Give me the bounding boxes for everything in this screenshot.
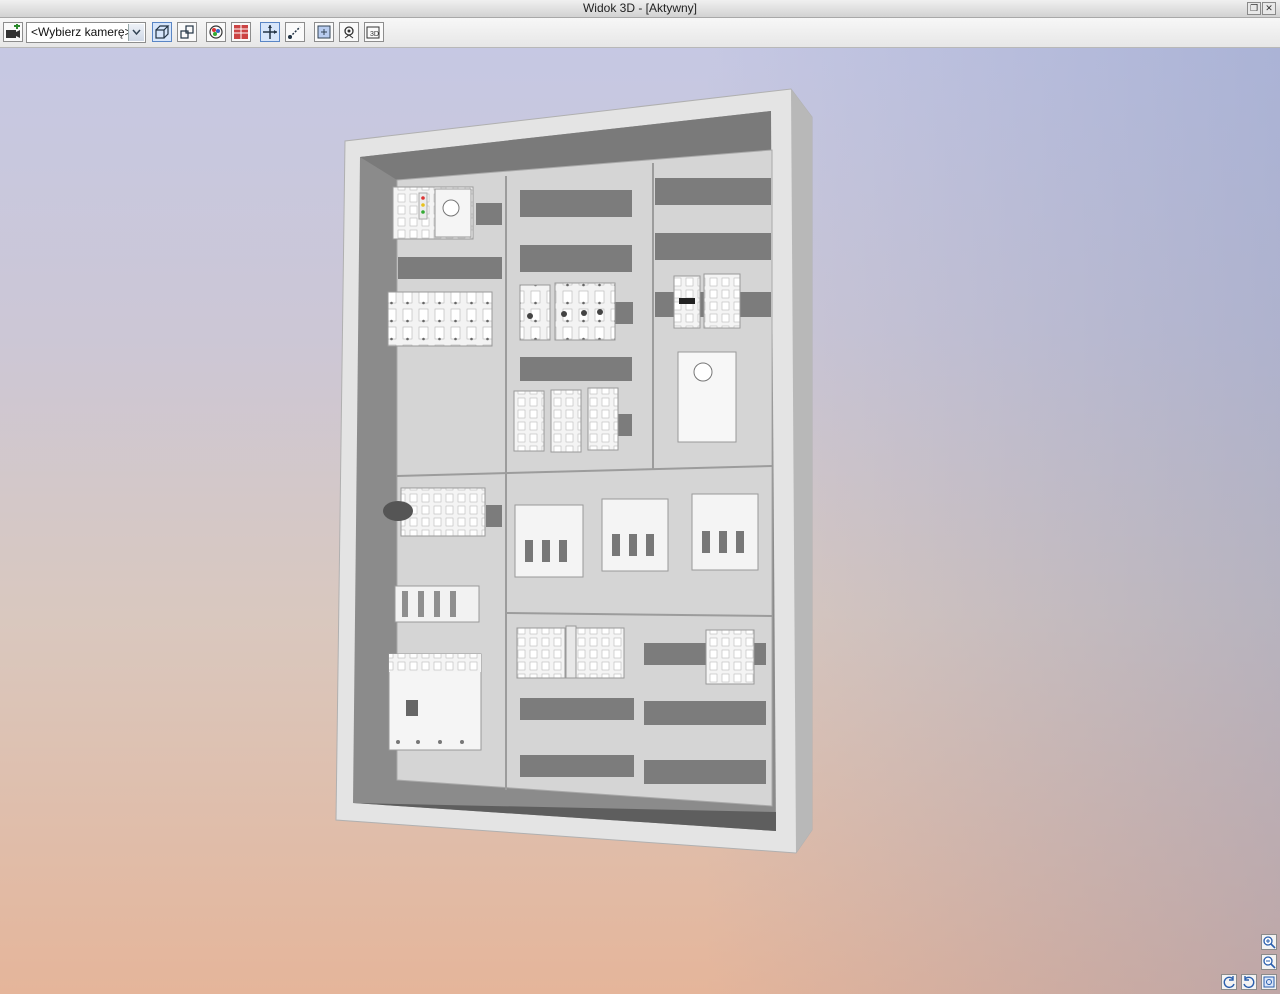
cabinet-view-icon bbox=[234, 25, 248, 39]
cabinet-3d-model[interactable] bbox=[0, 48, 1280, 994]
camera-select-value: <Wybierz kamerę> bbox=[31, 25, 132, 39]
3d-mode-icon: 3D bbox=[366, 26, 380, 39]
camera-select-arrow[interactable] bbox=[128, 24, 144, 41]
camera-select[interactable]: <Wybierz kamerę> bbox=[26, 22, 146, 43]
rotate-axis-button[interactable] bbox=[285, 22, 305, 42]
rotate-right-button[interactable] bbox=[1241, 974, 1257, 990]
rotate-right-icon bbox=[1243, 976, 1255, 989]
3d-mode-button[interactable]: 3D bbox=[364, 22, 384, 42]
render-mode-icon bbox=[209, 25, 223, 39]
add-camera-icon bbox=[6, 24, 20, 38]
3d-viewport[interactable] bbox=[0, 48, 1280, 994]
zoom-extents-icon bbox=[1263, 976, 1275, 988]
title-bar: Widok 3D - [Aktywny] ❐ ✕ bbox=[0, 0, 1280, 18]
zoom-out-button[interactable] bbox=[1261, 954, 1277, 970]
zoom-out-icon bbox=[1263, 956, 1276, 969]
zoom-extents-button[interactable] bbox=[1261, 974, 1277, 990]
toolbar: <Wybierz kamerę> 3D bbox=[0, 18, 1280, 48]
close-window-button[interactable]: ✕ bbox=[1262, 2, 1276, 15]
perspective-view-button[interactable] bbox=[152, 22, 172, 42]
orthographic-view-icon bbox=[180, 25, 194, 39]
camera-settings-icon bbox=[344, 26, 354, 39]
rotate-left-icon bbox=[1223, 976, 1235, 989]
add-camera-button[interactable] bbox=[3, 22, 23, 42]
zoom-in-icon bbox=[1263, 936, 1276, 949]
fit-view-button[interactable] bbox=[314, 22, 334, 42]
camera-settings-button[interactable] bbox=[339, 22, 359, 42]
fit-view-icon bbox=[317, 25, 331, 39]
move-axis-icon bbox=[263, 25, 277, 39]
zoom-in-button[interactable] bbox=[1261, 934, 1277, 950]
cabinet-view-button[interactable] bbox=[231, 22, 251, 42]
svg-text:3D: 3D bbox=[370, 31, 379, 38]
move-axis-button[interactable] bbox=[260, 22, 280, 42]
rotate-left-button[interactable] bbox=[1221, 974, 1237, 990]
perspective-view-icon bbox=[155, 25, 170, 39]
restore-window-button[interactable]: ❐ bbox=[1247, 2, 1261, 15]
rotate-axis-icon bbox=[288, 26, 301, 39]
window-title: Widok 3D - [Aktywny] bbox=[582, 1, 698, 15]
chevron-down-icon bbox=[132, 29, 141, 36]
render-mode-button[interactable] bbox=[206, 22, 226, 42]
orthographic-view-button[interactable] bbox=[177, 22, 197, 42]
